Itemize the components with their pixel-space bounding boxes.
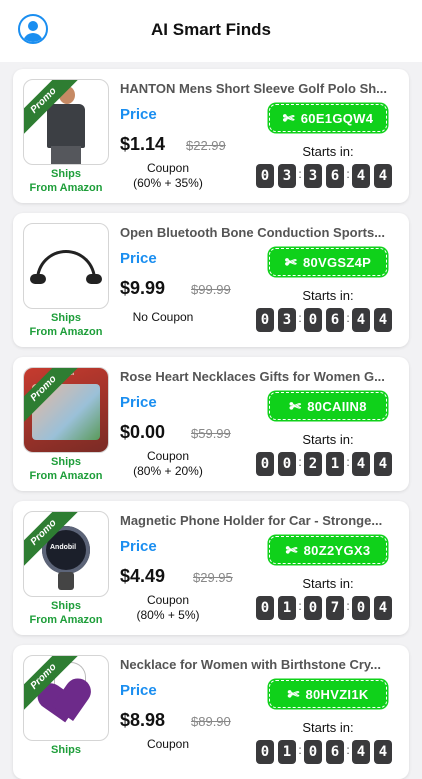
- product-name[interactable]: Magnetic Phone Holder for Car - Stronge.…: [120, 513, 398, 528]
- product-card[interactable]: Ships From Amazon Open Bluetooth Bone Con…: [13, 213, 409, 347]
- countdown-timer: 0 1 : 0 6 : 4 4: [256, 740, 401, 764]
- timer-digit: 0: [304, 740, 322, 764]
- timer-digit: 1: [278, 596, 296, 620]
- timer-digit: 7: [326, 596, 344, 620]
- timer-digit: 4: [374, 740, 392, 764]
- product-card[interactable]: Gifts Promo ShipsFrom Amazon Rose Heart …: [13, 357, 409, 491]
- coupon-info: Coupon (60% + 35%): [133, 161, 203, 190]
- starts-in-label: Starts in:: [302, 288, 354, 303]
- product-image[interactable]: Promo: [23, 79, 109, 165]
- coupon-info: Coupon (80% + 20%): [133, 449, 203, 478]
- starts-in-label: Starts in:: [302, 144, 354, 159]
- timer-digit: 4: [374, 452, 392, 476]
- timer-digit: 0: [256, 452, 274, 476]
- product-name[interactable]: Necklace for Women with Birthstone Cry..…: [120, 657, 398, 672]
- ships-from-amazon: Ships From Amazon: [29, 312, 103, 338]
- original-price: $29.95: [193, 570, 233, 585]
- page-title: AI Smart Finds: [151, 20, 271, 39]
- price-label: Price: [120, 394, 157, 411]
- timer-digit: 0: [256, 740, 274, 764]
- timer-digit: 3: [278, 308, 296, 332]
- coupon-code-button[interactable]: ✄ 80CAIIN8: [269, 392, 387, 420]
- timer-digit: 0: [304, 308, 322, 332]
- timer-digit: 6: [326, 164, 344, 188]
- countdown-timer: 0 1 : 0 7 : 0 4: [256, 596, 401, 620]
- ships-from-amazon: Ships: [51, 744, 81, 756]
- product-image[interactable]: Gifts Promo: [23, 367, 109, 453]
- starts-in-label: Starts in:: [302, 720, 354, 735]
- product-image[interactable]: Andobil Promo: [23, 511, 109, 597]
- original-price: $99.99: [191, 282, 231, 297]
- timer-digit: 6: [326, 740, 344, 764]
- coupon-code-button[interactable]: ✄ 60E1GQW4: [269, 104, 387, 132]
- product-card[interactable]: Promo Ships Necklace for Women with Birt…: [13, 645, 409, 779]
- timer-digit: 3: [278, 164, 296, 188]
- starts-in-label: Starts in:: [302, 576, 354, 591]
- countdown-timer: 0 3 : 0 6 : 4 4: [256, 308, 401, 332]
- current-price: $8.98: [120, 710, 166, 730]
- countdown-timer: 0 3 : 3 6 : 4 4: [256, 164, 401, 188]
- product-name[interactable]: HANTON Mens Short Sleeve Golf Polo Sh...: [120, 81, 398, 96]
- timer-digit: 4: [352, 164, 370, 188]
- scissors-icon: ✄: [287, 686, 300, 702]
- timer-digit: 3: [304, 164, 322, 188]
- current-price: $1.14: [120, 134, 166, 154]
- product-image[interactable]: Promo: [23, 655, 109, 741]
- scissors-icon: ✄: [289, 398, 302, 414]
- ships-from-amazon: Ships From Amazon: [29, 168, 103, 194]
- ships-from-amazon: Ships From Amazon: [29, 456, 103, 482]
- product-image[interactable]: [23, 223, 109, 309]
- countdown-timer: 0 0 : 2 1 : 4 4: [256, 452, 401, 476]
- original-price: $89.90: [191, 714, 231, 729]
- timer-digit: 0: [256, 596, 274, 620]
- coupon-code-button[interactable]: ✄ 80HVZI1K: [269, 680, 387, 708]
- timer-digit: 4: [352, 452, 370, 476]
- price-label: Price: [120, 250, 157, 267]
- current-price: $9.99: [120, 278, 166, 298]
- timer-digit: 0: [256, 308, 274, 332]
- timer-digit: 1: [278, 740, 296, 764]
- scissors-icon: ✄: [282, 110, 295, 126]
- price-label: Price: [120, 682, 157, 699]
- current-price: $0.00: [120, 422, 166, 442]
- coupon-code-button[interactable]: ✄ 80Z2YGX3: [269, 536, 387, 564]
- timer-digit: 0: [278, 452, 296, 476]
- original-price: $22.99: [186, 138, 226, 153]
- timer-digit: 0: [304, 596, 322, 620]
- timer-digit: 4: [374, 308, 392, 332]
- coupon-code-button[interactable]: ✄ 80VGSZ4P: [269, 248, 387, 276]
- timer-digit: 4: [374, 164, 392, 188]
- product-name[interactable]: Open Bluetooth Bone Conduction Sports...: [120, 225, 398, 240]
- product-name[interactable]: Rose Heart Necklaces Gifts for Women G..…: [120, 369, 398, 384]
- original-price: $59.99: [191, 426, 231, 441]
- product-card[interactable]: Promo Ships From Amazon HANTON Mens Short…: [13, 69, 409, 203]
- ships-from-amazon: Ships From Amazon: [29, 600, 103, 626]
- coupon-info: No Coupon: [132, 310, 194, 324]
- timer-digit: 0: [256, 164, 274, 188]
- current-price: $4.49: [120, 566, 166, 586]
- timer-digit: 4: [352, 308, 370, 332]
- price-label: Price: [120, 538, 157, 555]
- coupon-info: Coupon (80% + 5%): [136, 593, 200, 622]
- timer-digit: 4: [374, 596, 392, 620]
- timer-digit: 6: [326, 308, 344, 332]
- app-header: AI Smart Finds: [0, 0, 422, 62]
- timer-digit: 0: [352, 596, 370, 620]
- scissors-icon: ✄: [284, 254, 297, 270]
- timer-digit: 1: [326, 452, 344, 476]
- starts-in-label: Starts in:: [302, 432, 354, 447]
- scissors-icon: ✄: [285, 542, 298, 558]
- product-card[interactable]: Andobil Promo Ships From Amazon Magnetic …: [13, 501, 409, 635]
- timer-digit: 4: [352, 740, 370, 764]
- price-label: Price: [120, 106, 157, 123]
- timer-digit: 2: [304, 452, 322, 476]
